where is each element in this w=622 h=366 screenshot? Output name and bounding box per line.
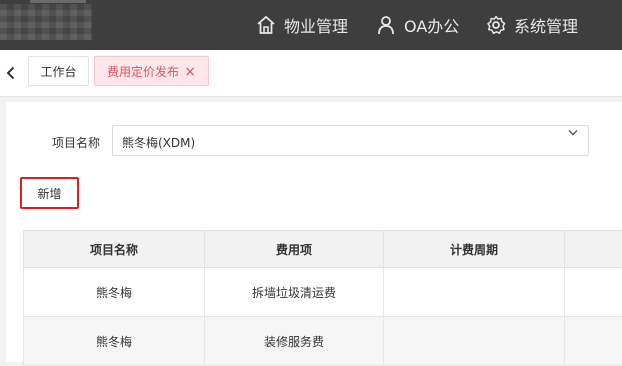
nav-label: 物业管理 xyxy=(284,13,348,37)
add-button[interactable]: 新增 xyxy=(20,177,79,209)
project-name-label: 项目名称 xyxy=(52,134,100,151)
table-row[interactable]: 熊冬梅 装修服务费 xyxy=(24,317,622,366)
column-header-extra xyxy=(565,231,622,268)
nav-property-management[interactable]: 物业管理 xyxy=(256,0,348,50)
tab-label: 工作台 xyxy=(40,65,76,79)
home-icon xyxy=(256,15,276,35)
table-cell: 装修服务费 xyxy=(205,317,384,366)
nav-oa-office[interactable]: OA办公 xyxy=(376,0,459,50)
column-header-project: 项目名称 xyxy=(24,231,205,268)
tab-fee-pricing-publish[interactable]: 费用定价发布 × xyxy=(94,56,209,86)
nav-label: 系统管理 xyxy=(514,13,578,37)
logo-accent xyxy=(30,0,86,3)
close-icon[interactable]: × xyxy=(184,57,196,87)
fee-table: 项目名称 费用项 计费周期 熊冬梅 拆墙垃圾清运费 熊冬梅 装修服务费 xyxy=(23,230,622,366)
top-navbar: 物业管理 OA办公 系统管理 xyxy=(0,0,622,50)
table-cell: 熊冬梅 xyxy=(24,268,205,317)
column-header-fee-item: 费用项 xyxy=(205,231,384,268)
table-cell: 拆墙垃圾清运费 xyxy=(205,268,384,317)
tab-strip: 工作台 费用定价发布 × xyxy=(0,50,622,97)
nav-system-management[interactable]: 系统管理 xyxy=(486,0,578,50)
column-header-billing-cycle: 计费周期 xyxy=(384,231,565,268)
table-cell: 熊冬梅 xyxy=(24,317,205,366)
logo xyxy=(0,4,92,40)
project-select-value: 熊冬梅(XDM) xyxy=(122,134,195,151)
tab-workbench[interactable]: 工作台 xyxy=(28,56,89,86)
table-cell xyxy=(565,268,622,317)
tab-scroll-left-button[interactable] xyxy=(0,50,22,96)
table-cell xyxy=(384,268,565,317)
table-cell xyxy=(384,317,565,366)
table-header-row: 项目名称 费用项 计费周期 xyxy=(24,231,622,268)
tab-label: 费用定价发布 xyxy=(107,65,179,79)
gear-icon xyxy=(486,15,506,35)
table-row[interactable]: 熊冬梅 拆墙垃圾清运费 xyxy=(24,268,622,317)
project-select[interactable]: 熊冬梅(XDM) xyxy=(112,125,589,156)
table-cell xyxy=(565,317,622,366)
nav-label: OA办公 xyxy=(404,13,459,37)
chevron-down-icon xyxy=(568,129,578,137)
user-icon xyxy=(376,15,396,35)
chevron-left-icon xyxy=(6,66,16,80)
